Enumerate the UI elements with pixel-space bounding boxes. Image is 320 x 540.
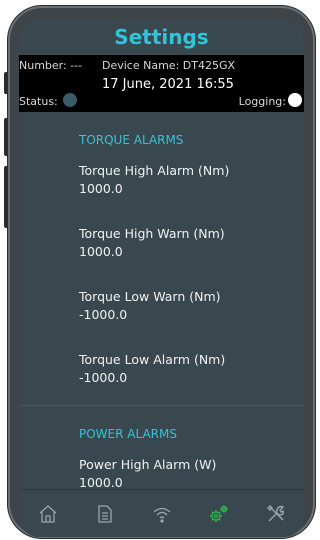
setting-torque-low-warn[interactable]: Torque Low Warn (Nm) -1000.0	[19, 288, 304, 324]
setting-value: 1000.0	[79, 244, 123, 259]
logging-indicator	[288, 93, 302, 107]
setting-label: Torque High Warn (Nm)	[79, 226, 225, 241]
setting-torque-high-warn[interactable]: Torque High Warn (Nm) 1000.0	[19, 225, 304, 261]
section-title-torque-alarms: TORQUE ALARMS	[79, 133, 184, 147]
app-screen: Settings Number: --- Device Name: DT425G…	[19, 19, 304, 537]
status-indicator	[63, 93, 77, 107]
setting-value: -1000.0	[79, 307, 128, 322]
gears-icon	[209, 504, 228, 522]
nav-connectivity[interactable]	[142, 494, 182, 534]
home-icon	[39, 504, 56, 523]
setting-power-high-alarm[interactable]: Power High Alarm (W) 1000.0	[19, 456, 304, 492]
document-icon	[97, 504, 112, 523]
logging-label: Logging:	[238, 95, 286, 108]
setting-label: Torque Low Alarm (Nm)	[79, 352, 226, 367]
settings-list: TORQUE ALARMS Torque High Alarm (Nm) 100…	[19, 112, 304, 492]
section-title-power-alarms: POWER ALARMS	[79, 427, 177, 441]
nav-documents[interactable]	[85, 494, 125, 534]
setting-label: Torque High Alarm (Nm)	[79, 163, 230, 178]
device-name: Device Name: DT425GX	[102, 59, 236, 72]
setting-label: Power High Alarm (W)	[79, 457, 217, 472]
setting-torque-low-alarm[interactable]: Torque Low Alarm (Nm) -1000.0	[19, 351, 304, 387]
status-label: Status:	[19, 95, 58, 108]
device-datetime: 17 June, 2021 16:55	[102, 77, 234, 92]
nav-tools[interactable]	[256, 494, 296, 534]
nav-home[interactable]	[28, 494, 68, 534]
setting-label: Torque Low Warn (Nm)	[79, 289, 221, 304]
setting-value: -1000.0	[79, 370, 128, 385]
page-title: Settings	[19, 19, 304, 55]
setting-value: 1000.0	[79, 181, 123, 196]
setting-torque-high-alarm[interactable]: Torque High Alarm (Nm) 1000.0	[19, 162, 304, 198]
device-status-bar: Number: --- Device Name: DT425GX 17 June…	[19, 55, 304, 112]
device-number: Number: ---	[19, 59, 83, 72]
bottom-nav	[19, 489, 304, 537]
wifi-icon	[153, 507, 170, 523]
nav-settings[interactable]	[199, 494, 239, 534]
tools-icon	[266, 504, 284, 521]
